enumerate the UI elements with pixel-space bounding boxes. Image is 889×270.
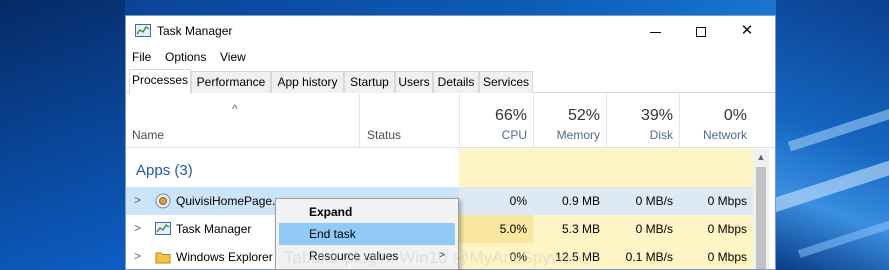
column-name[interactable]: ^ Name	[126, 94, 359, 148]
tab-services[interactable]: Services	[479, 71, 533, 93]
scroll-thumb[interactable]	[756, 167, 766, 269]
menu-view[interactable]: View	[220, 50, 246, 64]
close-icon: ✕	[740, 22, 754, 39]
memory-cell: 0.9 MB	[533, 187, 606, 215]
task-manager-icon	[135, 24, 151, 37]
minimize-button[interactable]	[632, 16, 678, 46]
group-header-apps[interactable]: Apps (3)	[126, 149, 775, 186]
menu-options[interactable]: Options	[165, 50, 206, 64]
context-menu-expand[interactable]: Expand	[279, 201, 455, 223]
title-bar[interactable]: Task Manager ✕	[126, 16, 775, 46]
network-cell: 0 Mbps	[679, 187, 753, 215]
column-status[interactable]: Status	[359, 94, 459, 148]
column-status-label: Status	[367, 128, 402, 142]
cpu-label: CPU	[501, 128, 527, 142]
chevron-right-icon[interactable]: >	[134, 249, 141, 263]
disk-cell: 0 MB/s	[606, 187, 679, 215]
globe-icon	[155, 193, 171, 209]
close-button[interactable]: ✕	[724, 16, 770, 46]
menu-bar: File Options View	[126, 48, 775, 68]
light-beam	[797, 210, 889, 258]
memory-cell: 5.3 MB	[561, 222, 600, 236]
scroll-up-icon[interactable]: ▲	[753, 149, 769, 166]
column-memory[interactable]: 52% Memory	[533, 94, 606, 148]
disk-cell: 0.1 MB/s	[625, 250, 673, 264]
desktop-background-right	[776, 0, 889, 270]
column-cpu[interactable]: 66% CPU	[459, 94, 533, 148]
vertical-scrollbar[interactable]: ▲	[753, 149, 769, 269]
cpu-total-percent: 66%	[494, 107, 527, 124]
tab-startup[interactable]: Startup	[344, 71, 395, 93]
watermark: Tabular plugin: Win10 @MyAntiSpyware	[284, 248, 588, 267]
light-beam	[776, 150, 889, 214]
network-total-percent: 0%	[723, 107, 747, 124]
network-label: Network	[702, 128, 747, 142]
light-beam	[787, 98, 889, 152]
process-name: Task Manager	[176, 222, 252, 236]
column-name-label: Name	[132, 128, 165, 142]
disk-label: Disk	[649, 128, 673, 142]
maximize-icon	[696, 27, 706, 38]
network-cell: 0 Mbps	[707, 222, 747, 236]
window-title: Task Manager	[157, 24, 233, 38]
chevron-right-icon[interactable]: >	[134, 193, 141, 207]
memory-label: Memory	[556, 128, 600, 142]
network-cell: 0 Mbps	[707, 250, 747, 264]
chevron-right-icon[interactable]: >	[134, 221, 141, 235]
menu-file[interactable]: File	[132, 50, 151, 64]
tab-app-history[interactable]: App history	[271, 71, 344, 93]
column-disk[interactable]: 39% Disk	[606, 94, 679, 148]
sort-ascending-icon: ^	[232, 102, 238, 116]
task-manager-icon	[155, 222, 171, 235]
process-name: Windows Explorer	[176, 250, 273, 264]
cpu-cell: 5.0%	[459, 215, 533, 243]
tab-processes[interactable]: Processes	[129, 69, 191, 94]
disk-cell: 0 MB/s	[635, 222, 673, 236]
folder-icon	[155, 252, 171, 264]
column-network[interactable]: 0% Network	[679, 94, 753, 148]
context-menu-end-task[interactable]: End task	[279, 223, 455, 245]
minimize-icon	[649, 31, 661, 33]
group-label: Apps (3)	[136, 162, 193, 179]
cpu-cell: 0%	[459, 187, 533, 215]
memory-total-percent: 52%	[567, 107, 600, 124]
process-name: QuivisiHomePage...	[176, 194, 283, 208]
tab-bar: Processes Performance App history Startu…	[126, 69, 775, 94]
tab-details[interactable]: Details	[433, 71, 479, 93]
tab-users[interactable]: Users	[395, 71, 433, 93]
desktop-background-left	[0, 0, 125, 270]
tab-performance[interactable]: Performance	[191, 71, 271, 93]
disk-total-percent: 39%	[640, 107, 673, 124]
column-header: ^ Name Status 66% CPU 52% Memory 39% Dis…	[126, 94, 775, 148]
maximize-button[interactable]	[678, 16, 724, 46]
